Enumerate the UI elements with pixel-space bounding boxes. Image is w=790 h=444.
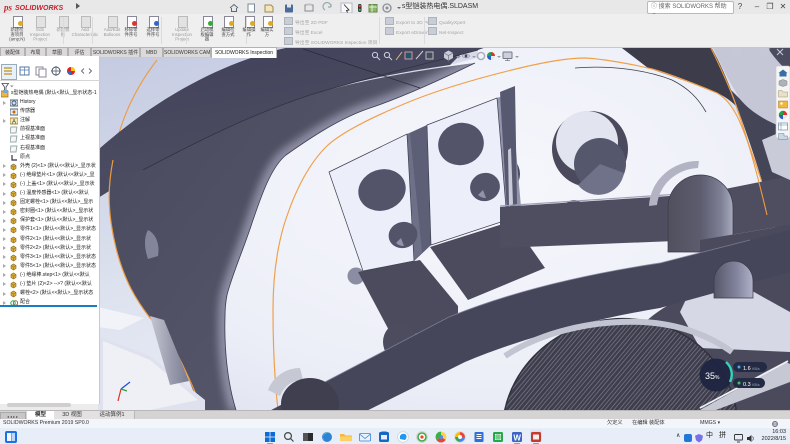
svg-text:ps: ps — [3, 3, 13, 13]
svg-text:W: W — [513, 433, 521, 442]
svg-text:SOLIDWORKS: SOLIDWORKS — [15, 5, 64, 12]
